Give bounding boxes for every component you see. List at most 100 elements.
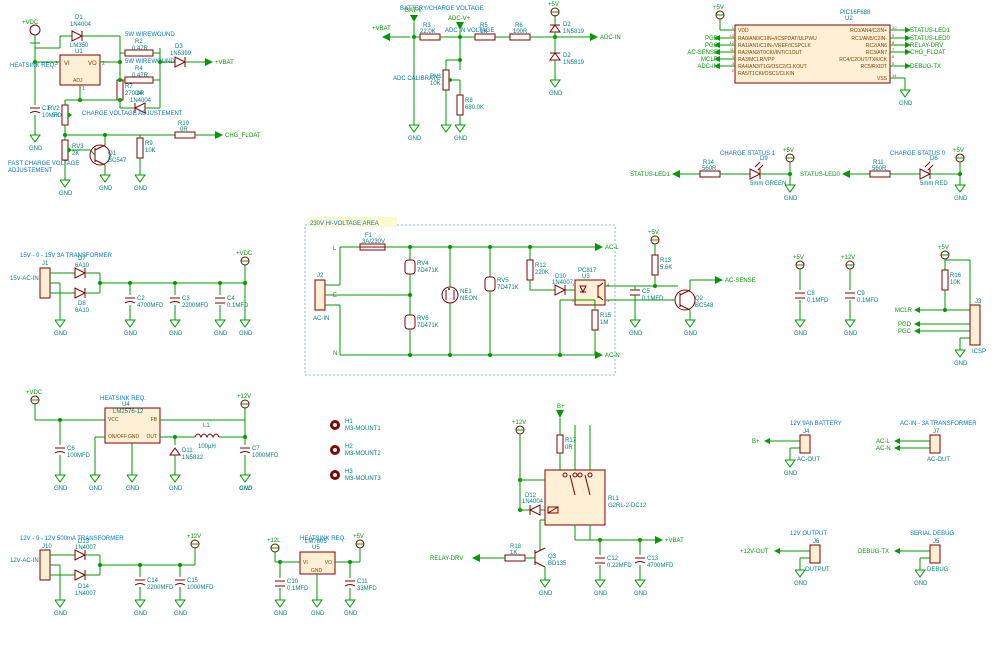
svg-text:J7: J7 — [933, 429, 940, 435]
svg-text:GND: GND — [844, 331, 858, 337]
svg-text:Q3: Q3 — [548, 554, 557, 560]
svg-text:GND: GND — [169, 486, 183, 492]
svg-text:DEBUG-TX: DEBUG-TX — [858, 549, 889, 555]
svg-text:RL1: RL1 — [608, 496, 620, 502]
svg-text:BD135: BD135 — [548, 561, 567, 567]
svg-text:R4: R4 — [135, 66, 143, 72]
svg-text:R8: R8 — [465, 98, 473, 104]
svg-text:R12: R12 — [535, 263, 547, 269]
svg-text:GND: GND — [311, 611, 325, 617]
svg-text:RELAY-DRV: RELAY-DRV — [910, 43, 943, 49]
svg-text:RC2/AN6: RC2/AN6 — [866, 43, 887, 49]
svg-text:CHG_FLOAT: CHG_FLOAT — [910, 50, 946, 56]
svg-text:+5V: +5V — [548, 2, 559, 8]
svg-text:LM7805: LM7805 — [305, 539, 327, 545]
out12v-conn: 12V OUTPUT +12V-OUT GND J6OUTPUT — [740, 531, 830, 587]
svg-text:230V HI-VOLTAGE AREA: 230V HI-VOLTAGE AREA — [310, 221, 379, 227]
svg-text:GND: GND — [311, 568, 323, 574]
svg-text:R9: R9 — [145, 141, 153, 147]
adc-block: BATTERY/CHARGE VOLTAGE ADC IN VOLTAGE AD… — [372, 2, 621, 142]
svg-text:RC4/C2OUT/TXK/CK: RC4/C2OUT/TXK/CK — [839, 57, 887, 63]
svg-text:J6: J6 — [813, 539, 820, 545]
svg-text:1N4004: 1N4004 — [522, 499, 544, 505]
svg-text:3A/230V: 3A/230V — [362, 239, 385, 245]
svg-text:12V 9Ah BATTERY: 12V 9Ah BATTERY — [790, 421, 842, 427]
svg-text:RA2/AN2/T0CKI/INT/C1OUT: RA2/AN2/T0CKI/INT/C1OUT — [738, 50, 802, 56]
svg-text:AC-IN - 3A TRANSFORMER: AC-IN - 3A TRANSFORMER — [900, 421, 977, 427]
svg-text:+5V: +5V — [353, 534, 364, 540]
svg-text:12V-AC-IN: 12V-AC-IN — [10, 558, 39, 564]
svg-text:GND: GND — [539, 591, 553, 597]
svg-text:+12L: +12L — [267, 538, 281, 544]
svg-text:Q2: Q2 — [695, 296, 704, 302]
svg-text:+5V: +5V — [793, 255, 804, 261]
svg-text:FB: FB — [151, 417, 158, 423]
svg-text:12: 12 — [730, 40, 735, 45]
svg-text:RA4/AN3/T1G/OSC2/CLKOUT: RA4/AN3/T1G/OSC2/CLKOUT — [738, 64, 807, 70]
svg-text:H1: H1 — [345, 419, 353, 425]
svg-text:GND: GND — [454, 136, 468, 142]
svg-text:+12V: +12V — [512, 420, 526, 426]
svg-text:GND: GND — [54, 331, 68, 337]
svg-text:GND: GND — [99, 186, 113, 192]
svg-text:10K: 10K — [430, 81, 441, 87]
svg-text:C5: C5 — [642, 289, 650, 295]
svg-text:1: 1 — [732, 25, 735, 30]
svg-text:5mm RED: 5mm RED — [920, 181, 948, 187]
status-led1: CHARGE STATUS 1 STATUS-LED1 R14560R D95m… — [630, 148, 798, 202]
svg-text:1000MFD: 1000MFD — [252, 453, 279, 459]
svg-text:CHG_FLOAT: CHG_FLOAT — [225, 133, 261, 139]
svg-text:R15: R15 — [600, 313, 612, 319]
svg-text:ON/OFF: ON/OFF — [108, 434, 127, 440]
svg-text:0.1MFD: 0.1MFD — [857, 298, 879, 304]
svg-text:VI: VI — [64, 61, 70, 67]
svg-text:B+: B+ — [752, 439, 760, 445]
svg-text:STATUS-LED0: STATUS-LED0 — [800, 172, 840, 178]
svg-text:OUT: OUT — [146, 434, 157, 440]
svg-text:5W WIREWOUND: 5W WIREWOUND — [125, 32, 175, 38]
svg-text:1N5822: 1N5822 — [182, 455, 204, 461]
relay-block: B+ +12V R170R D121N4004 RL1G2RL-2-DC12 +… — [430, 404, 684, 597]
svg-text:RV1: RV1 — [430, 74, 442, 80]
svg-text:GND: GND — [126, 486, 140, 492]
svg-text:2: 2 — [732, 68, 735, 73]
svg-text:C7: C7 — [252, 446, 260, 452]
svg-text:D8: D8 — [78, 301, 86, 307]
svg-text:RV4: RV4 — [417, 261, 429, 267]
svg-text:5: 5 — [892, 61, 895, 66]
regulator-block: +VDC D1 1N4004 VI VO ADJ U1 LM350 HEATSI… — [8, 15, 261, 197]
svg-text:VSS: VSS — [877, 76, 888, 82]
svg-text:0R: 0R — [180, 127, 188, 133]
mounts: H1M3-MOUNT1 H2M3-MOUNT2 H3M3-MOUNT3 — [330, 419, 381, 482]
svg-text:RV3: RV3 — [72, 144, 84, 150]
svg-text:GND: GND — [954, 361, 968, 367]
svg-text:H2: H2 — [345, 444, 353, 450]
svg-text:U2: U2 — [845, 16, 853, 22]
svg-text:GND: GND — [134, 186, 148, 192]
svg-text:1N5819: 1N5819 — [563, 29, 585, 35]
svg-text:1M: 1M — [600, 320, 608, 326]
svg-text:GND: GND — [629, 331, 643, 337]
svg-text:FAST CHARGE VOLTAGE: FAST CHARGE VOLTAGE — [8, 161, 79, 167]
svg-text:+5V: +5V — [648, 230, 659, 236]
svg-text:RA1/AN1/C1IN-/VREF/ICSPCLK: RA1/AN1/C1IN-/VREF/ICSPCLK — [738, 43, 811, 49]
svg-text:12V OUTPUT: 12V OUTPUT — [790, 531, 827, 537]
svg-text:R7: R7 — [125, 84, 133, 90]
svg-text:ICSP: ICSP — [972, 349, 986, 355]
svg-text:100µH: 100µH — [198, 444, 216, 450]
svg-text:PGD: PGD — [898, 322, 912, 328]
svg-text:RV5: RV5 — [497, 278, 509, 284]
svg-text:2200MFD: 2200MFD — [147, 585, 174, 591]
svg-text:PIC16F688: PIC16F688 — [840, 10, 871, 16]
svg-text:PGC: PGC — [898, 329, 912, 335]
svg-text:560R: 560R — [702, 166, 717, 172]
svg-text:C6: C6 — [67, 446, 75, 452]
svg-text:7D471K: 7D471K — [417, 323, 439, 329]
svg-text:6A10: 6A10 — [75, 308, 90, 314]
svg-text:ADC-V+: ADC-V+ — [448, 16, 471, 22]
svg-text:U5: U5 — [312, 545, 320, 551]
svg-text:D14: D14 — [78, 584, 90, 590]
svg-text:AC-IN: AC-IN — [313, 316, 329, 322]
svg-text:H3: H3 — [345, 469, 353, 475]
svg-text:1N5819: 1N5819 — [563, 60, 585, 66]
